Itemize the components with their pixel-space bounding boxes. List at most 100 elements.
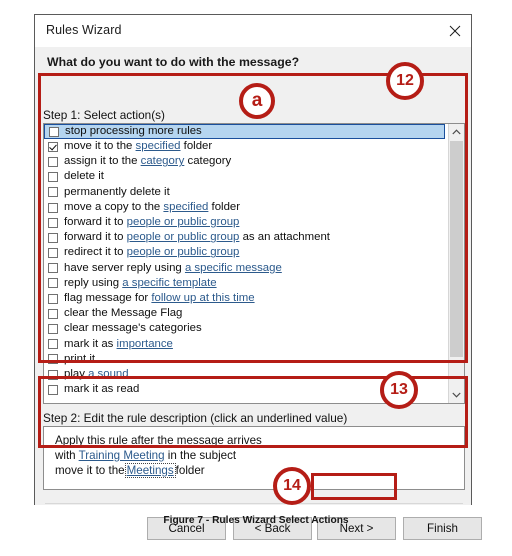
action-checkbox[interactable] xyxy=(48,187,58,198)
action-label-prefix: reply using xyxy=(64,276,123,289)
action-row[interactable]: assign it to the category category xyxy=(44,154,448,169)
scrollbar-thumb[interactable] xyxy=(450,141,463,357)
action-value-link[interactable]: a specific message xyxy=(185,262,282,274)
action-label-suffix: folder xyxy=(208,200,241,213)
dialog-title: Rules Wizard xyxy=(46,23,122,37)
action-checkbox[interactable] xyxy=(48,384,58,395)
action-checkbox[interactable] xyxy=(48,354,58,365)
close-icon[interactable] xyxy=(438,15,471,46)
action-label-prefix: permanently delete it xyxy=(64,185,170,198)
description-line-2: with Training Meeting in the subject xyxy=(55,449,236,462)
folder-value-link[interactable]: Meetings xyxy=(124,463,176,478)
action-label: forward it to people or public group xyxy=(64,216,240,228)
action-value-link[interactable]: specified xyxy=(163,201,208,213)
action-label: reply using a specific template xyxy=(64,276,217,289)
step2-label: Step 2: Edit the rule description (click… xyxy=(43,411,348,425)
action-label: delete it xyxy=(64,171,104,182)
action-row[interactable]: move a copy to the specified folder xyxy=(44,200,448,215)
action-label-prefix: flag message for xyxy=(64,291,152,304)
action-label-prefix: play xyxy=(64,367,89,380)
action-checkbox[interactable] xyxy=(48,248,58,259)
description-line-2-prefix: with xyxy=(55,449,79,462)
annotation-marker-14: 14 xyxy=(273,467,311,505)
action-checkbox[interactable] xyxy=(49,126,59,137)
action-value-link[interactable]: a sound xyxy=(88,368,129,380)
action-row[interactable]: reply using a specific template xyxy=(44,276,448,291)
action-checkbox[interactable] xyxy=(48,156,58,167)
action-checkbox[interactable] xyxy=(48,339,58,350)
action-label: have server reply using a specific messa… xyxy=(64,261,282,274)
action-value-link[interactable]: category xyxy=(141,155,185,167)
action-label-prefix: redirect it to xyxy=(64,246,127,259)
action-value-link[interactable]: people or public group xyxy=(127,216,240,228)
action-checkbox[interactable] xyxy=(48,293,58,304)
action-checkbox[interactable] xyxy=(48,263,58,274)
action-value-link[interactable]: a specific template xyxy=(122,277,216,289)
action-checkbox[interactable] xyxy=(48,232,58,243)
action-row[interactable]: clear message's categories xyxy=(44,321,448,336)
action-checkbox[interactable] xyxy=(48,308,58,319)
action-label: stop processing more rules xyxy=(65,124,202,137)
action-row[interactable]: forward it to people or public group as … xyxy=(44,230,448,245)
action-label: mark it as read xyxy=(64,383,139,395)
action-row[interactable]: flag message for follow up at this time xyxy=(44,291,448,306)
description-line-2-suffix: in the subject xyxy=(164,449,237,462)
description-line-3-suffix: folder xyxy=(175,464,205,477)
action-label: play a sound xyxy=(64,367,129,380)
annotation-marker-13: 13 xyxy=(380,371,418,409)
annotation-marker-12: 12 xyxy=(386,62,424,100)
chevron-down-icon[interactable] xyxy=(449,387,464,403)
action-row[interactable]: have server reply using a specific messa… xyxy=(44,261,448,276)
action-label-suffix: as an attachment xyxy=(239,231,330,244)
action-checkbox[interactable] xyxy=(48,202,58,213)
action-label-prefix: mark it as xyxy=(64,337,117,350)
action-checkbox[interactable] xyxy=(48,172,58,183)
action-value-link[interactable]: people or public group xyxy=(127,231,240,243)
action-label: assign it to the category category xyxy=(64,156,231,167)
action-value-link[interactable]: importance xyxy=(117,338,173,350)
action-label: mark it as importance xyxy=(64,337,173,350)
action-label-prefix: move it to the xyxy=(64,140,136,153)
action-list[interactable]: stop processing more rules move it to the… xyxy=(43,123,465,404)
action-list-scrollbar[interactable] xyxy=(448,124,464,403)
annotation-marker-a: a xyxy=(239,83,275,119)
action-checkbox[interactable] xyxy=(48,278,58,289)
action-row[interactable]: forward it to people or public group xyxy=(44,215,448,230)
action-row[interactable]: stop processing more rules xyxy=(44,124,445,140)
action-label-suffix: folder xyxy=(180,140,213,153)
screenshot-root: Rules Wizard What do you want to do with… xyxy=(0,0,512,556)
action-label-prefix: print it xyxy=(64,352,96,365)
action-row[interactable]: clear the Message Flag xyxy=(44,306,448,321)
step1-label: Step 1: Select action(s) xyxy=(43,108,165,122)
action-checkbox[interactable] xyxy=(48,369,58,380)
action-value-link[interactable]: people or public group xyxy=(127,246,240,258)
rule-description-box[interactable]: Apply this rule after the message arrive… xyxy=(43,426,465,490)
action-label-prefix: clear message's categories xyxy=(64,322,202,335)
action-checkbox[interactable] xyxy=(48,324,58,335)
action-label: clear the Message Flag xyxy=(64,307,182,319)
action-row[interactable]: move it to the specified folder xyxy=(44,139,448,154)
action-row[interactable]: delete it xyxy=(44,170,448,185)
action-row[interactable]: mark it as importance xyxy=(44,337,448,352)
action-label-prefix: move a copy to the xyxy=(64,200,164,213)
action-label-prefix: have server reply using xyxy=(64,261,185,274)
action-label-prefix: assign it to the xyxy=(64,155,141,168)
action-label: forward it to people or public group as … xyxy=(64,232,330,243)
action-list-rows: stop processing more rules move it to the… xyxy=(44,124,448,397)
action-label: print it xyxy=(64,352,96,365)
action-checkbox[interactable] xyxy=(48,217,58,228)
action-label: redirect it to people or public group xyxy=(64,247,239,258)
subject-value-link[interactable]: Training Meeting xyxy=(79,449,165,462)
action-row[interactable]: redirect it to people or public group xyxy=(44,246,448,261)
action-value-link[interactable]: follow up at this time xyxy=(151,292,254,304)
action-row[interactable]: permanently delete it xyxy=(44,185,448,200)
action-label: flag message for follow up at this time xyxy=(64,291,255,304)
action-row[interactable]: print it xyxy=(44,352,448,367)
footer-divider xyxy=(45,503,463,504)
action-checkbox[interactable] xyxy=(48,141,58,152)
action-label-prefix: stop processing more rules xyxy=(65,124,202,137)
action-label-prefix: forward it to xyxy=(64,231,127,244)
action-value-link[interactable]: specified xyxy=(136,140,181,152)
chevron-up-icon[interactable] xyxy=(449,124,464,140)
action-label: move a copy to the specified folder xyxy=(64,200,241,213)
